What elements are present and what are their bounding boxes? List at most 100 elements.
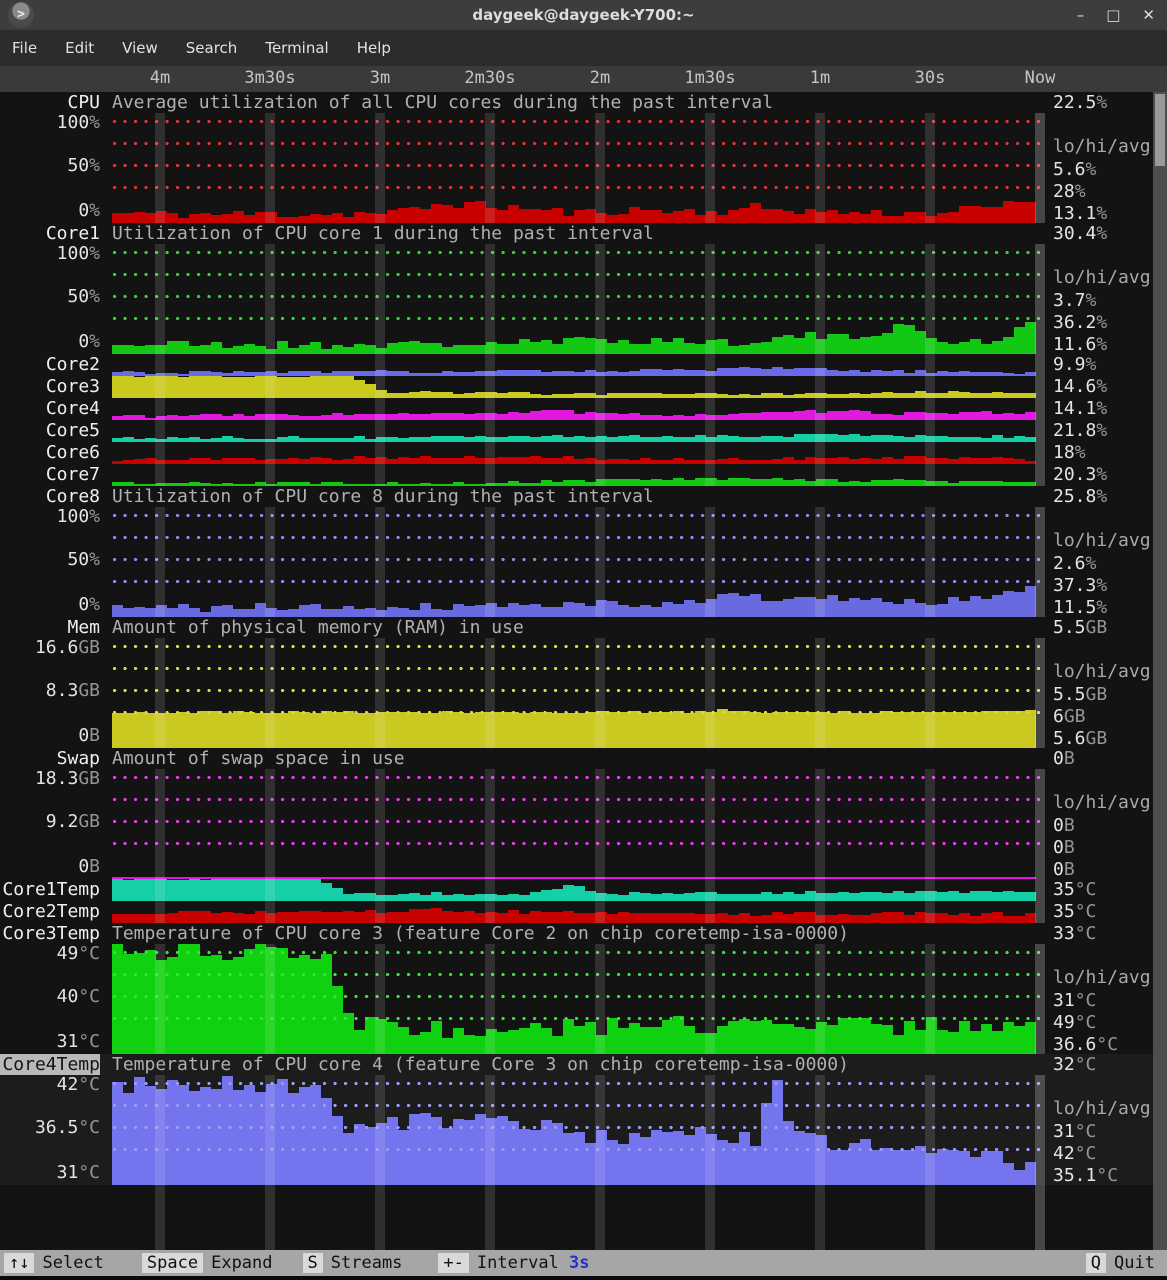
chart-bar (717, 1026, 728, 1054)
grid-dots-row (112, 1147, 1040, 1152)
chart-bar (717, 215, 728, 223)
chart-bar (299, 955, 310, 1054)
status-segment-interval[interactable]: +- Interval 3s (438, 1253, 590, 1273)
section-core1[interactable]: Core1 Utilization of CPU core 1 during th… (0, 223, 1167, 355)
chart-bar (717, 435, 728, 442)
chart-bar (354, 344, 365, 354)
section-core4temp[interactable]: Core4Temp Temperature of CPU core 4 (feat… (0, 1054, 1167, 1186)
time-gridline (595, 944, 605, 1054)
time-gridline (265, 244, 275, 354)
section-current-value: 25.8% (1053, 486, 1108, 507)
chart-bar (442, 1128, 453, 1185)
time-gridline (375, 1185, 385, 1250)
chart-bar (761, 209, 772, 223)
chart-bar (739, 208, 750, 223)
chart-bar (200, 612, 211, 617)
menu-item-edit[interactable]: Edit (65, 39, 94, 57)
chart-bar (332, 482, 343, 486)
chart-bar (772, 912, 783, 923)
status-segment-streams[interactable]: S Streams (302, 1253, 411, 1273)
chart-bar (123, 345, 134, 354)
menu-item-terminal[interactable]: Terminal (265, 39, 328, 57)
chart-bar (343, 484, 354, 486)
chart-bar (827, 479, 838, 486)
time-gridline (375, 244, 385, 354)
chart-bar (299, 377, 310, 398)
status-key[interactable]: Q (1085, 1253, 1107, 1273)
chart-bar (728, 915, 739, 923)
chart-bar (750, 368, 761, 376)
time-gridline (155, 901, 165, 923)
menu-item-view[interactable]: View (122, 39, 158, 57)
chart-bar (904, 325, 915, 354)
chart-bar (442, 1038, 453, 1054)
chart-bar (497, 607, 508, 617)
minimize-button[interactable]: – (1077, 6, 1085, 24)
chart-bar (552, 713, 563, 748)
chart-bar (222, 483, 233, 486)
chart-bar (651, 369, 662, 376)
chart-bar (431, 908, 442, 923)
section-core2temp[interactable]: Core2Temp 35°C (0, 901, 1167, 923)
time-gridline (265, 442, 275, 464)
status-segment-select[interactable]: ↑↓ Select (4, 1253, 112, 1273)
stats-label: lo/hi/avg (1053, 792, 1151, 813)
chart-bar (563, 338, 574, 354)
chart-bar (893, 1150, 904, 1185)
section-core2[interactable]: Core2 9.9% (0, 354, 1167, 376)
section-core8[interactable]: Core8 Utilization of CPU core 8 during th… (0, 486, 1167, 618)
section-mem[interactable]: Mem Amount of physical memory (RAM) in us… (0, 617, 1167, 749)
chart-bar (838, 457, 849, 464)
status-segment-expand[interactable]: Space Expand (141, 1253, 281, 1273)
chart-bar (882, 912, 893, 923)
chart-bar (1014, 592, 1025, 617)
terminal-window: > daygeek@daygeek-Y700:~ – □ ✕ File Edit Vie… (0, 0, 1167, 1280)
chart-bar (970, 339, 981, 354)
status-key[interactable]: Space (141, 1253, 204, 1273)
menu-item-help[interactable]: Help (357, 39, 391, 57)
chart-bar (629, 892, 640, 901)
menu-item-file[interactable]: File (12, 39, 37, 57)
status-key[interactable]: S (302, 1253, 323, 1273)
time-gridline (595, 354, 605, 376)
chart-bar (244, 914, 255, 923)
section-core3temp[interactable]: Core3Temp Temperature of CPU core 3 (feat… (0, 923, 1167, 1055)
y-axis-label: 0% (78, 200, 100, 221)
chart-bar (420, 209, 431, 223)
section-label: Core4Temp (0, 1054, 100, 1075)
chart-bar (948, 712, 959, 748)
status-segment-quit[interactable]: Q Quit (1085, 1253, 1163, 1273)
chart-bar (651, 712, 662, 748)
chart-bar (530, 1130, 541, 1185)
chart-bar (343, 711, 354, 748)
section-swap[interactable]: Swap Amount of swap space in use 0B 18.3GB 9… (0, 748, 1167, 880)
scrollbar[interactable] (1153, 92, 1167, 1250)
chart-bar (310, 713, 321, 748)
section-cpu[interactable]: CPU Average utilization of all CPU cores … (0, 92, 1167, 224)
chart-bar (783, 480, 794, 486)
maximize-button[interactable]: □ (1106, 6, 1120, 24)
chart-bar (332, 213, 343, 223)
chart-bar (530, 209, 541, 223)
scrollbar-thumb[interactable] (1155, 94, 1165, 166)
chart-bar (893, 891, 904, 901)
chart-bar (453, 208, 464, 223)
section-core6[interactable]: Core6 18% (0, 442, 1167, 464)
section-core5[interactable]: Core5 21.8% (0, 420, 1167, 442)
chart-bar (563, 911, 574, 923)
status-key[interactable]: +- (438, 1253, 469, 1273)
chart-bar (948, 391, 959, 398)
chart-bar (321, 1098, 332, 1185)
status-key[interactable]: ↑↓ (4, 1253, 35, 1273)
section-core3[interactable]: Core3 14.6% (0, 376, 1167, 398)
chart-bar (277, 610, 288, 617)
chart-bar (233, 913, 244, 923)
chart-bar (288, 912, 299, 923)
chart-bar (563, 1133, 574, 1185)
section-core7[interactable]: Core7 20.3% (0, 464, 1167, 486)
close-button[interactable]: ✕ (1142, 6, 1155, 24)
section-core1temp[interactable]: Core1Temp 35°C (0, 879, 1167, 901)
section-core4[interactable]: Core4 14.1% (0, 398, 1167, 420)
menu-item-search[interactable]: Search (186, 39, 238, 57)
chart-bar (189, 346, 200, 354)
